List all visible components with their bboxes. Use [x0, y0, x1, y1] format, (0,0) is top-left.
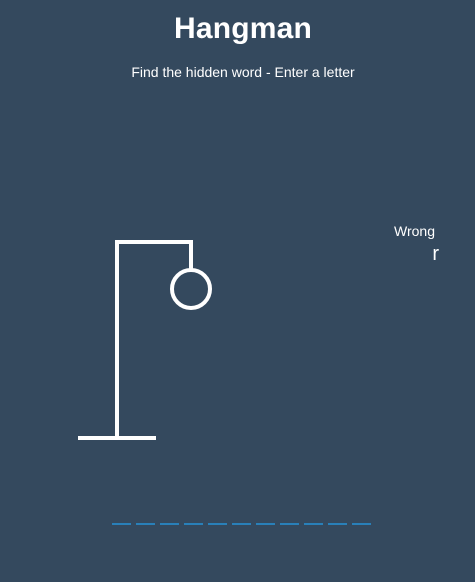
letter-blank [112, 509, 131, 525]
hangman-figure [78, 240, 212, 440]
letter-blank [328, 509, 347, 525]
wrong-letters-panel: Wrong r [394, 223, 439, 266]
letter-blank [208, 509, 227, 525]
wrong-letters-list: r [432, 243, 439, 265]
wrong-label: Wrong [394, 223, 435, 239]
letter-blank [280, 509, 299, 525]
letter-blank [184, 509, 203, 525]
letter-blank [136, 509, 155, 525]
letter-blank [256, 509, 275, 525]
figure-head [170, 268, 212, 310]
letter-blank [232, 509, 251, 525]
hidden-word [112, 509, 371, 525]
letter-blank [352, 509, 371, 525]
letter-blank [304, 509, 323, 525]
letter-blank [160, 509, 179, 525]
